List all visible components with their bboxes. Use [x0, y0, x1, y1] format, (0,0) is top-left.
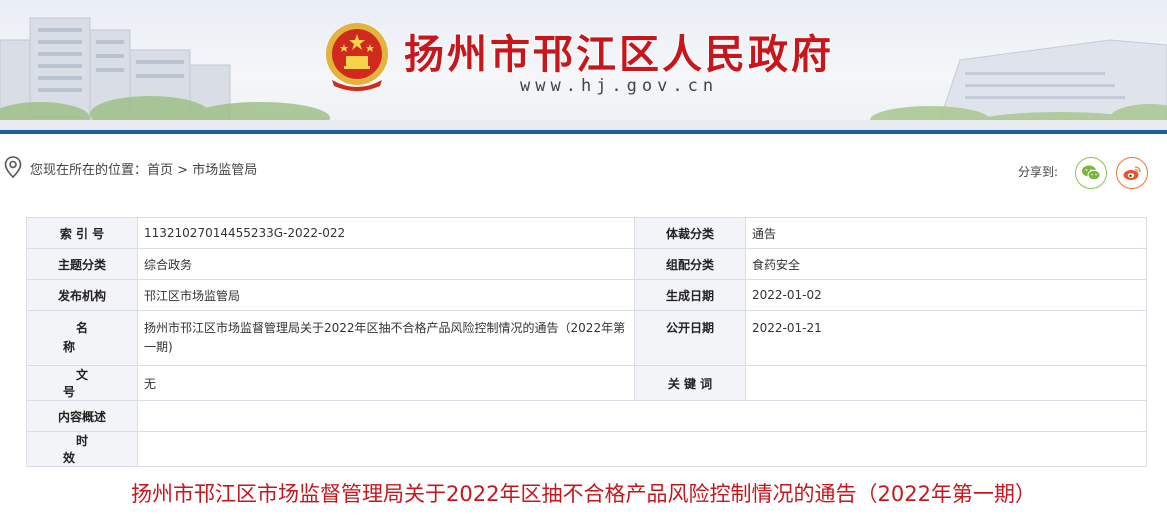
breadcrumb-separator: >: [177, 163, 189, 178]
name-value: 扬州市邗江区市场监督管理局关于2022年区抽不合格产品风险控制情况的通告（202…: [137, 310, 635, 366]
genre-label: 体裁分类: [634, 217, 746, 249]
keywords-label: 关 键 词: [634, 365, 746, 401]
doc-no-value: 无: [137, 365, 635, 401]
site-banner: 扬州市邗江区人民政府 www.hj.gov.cn: [0, 0, 1167, 134]
share-weibo-button[interactable]: [1116, 157, 1149, 189]
doc-no-label: 文号: [62, 368, 114, 399]
validity-value: [137, 431, 1147, 467]
index-no-label: 索 引 号: [26, 217, 138, 249]
table-row: 内容概述: [26, 400, 1147, 432]
wechat-icon: [1082, 165, 1101, 181]
table-row: 名称 扬州市邗江区市场监督管理局关于2022年区抽不合格产品风险控制情况的通告（…: [26, 310, 1147, 366]
breadcrumb-current-link[interactable]: 市场监管局: [192, 163, 257, 178]
document-meta-table: 索 引 号 11321027014455233G-2022-022 体裁分类 通…: [26, 217, 1147, 467]
table-row: 时效: [26, 431, 1147, 467]
publisher-label: 发布机构: [26, 279, 138, 311]
site-title: 扬州市邗江区人民政府: [404, 31, 834, 78]
topic-value: 综合政务: [137, 248, 635, 280]
table-row: 主题分类 综合政务 组配分类 食药安全: [26, 248, 1147, 280]
weibo-icon: [1123, 166, 1141, 180]
table-row: 发布机构 邗江区市场监管局 生成日期 2022-01-02: [26, 279, 1147, 311]
table-row: 索 引 号 11321027014455233G-2022-022 体裁分类 通…: [26, 217, 1147, 249]
keywords-value: [745, 365, 1147, 401]
summary-value: [137, 400, 1147, 432]
genre-value: 通告: [745, 217, 1147, 249]
share-wechat-button[interactable]: [1075, 157, 1108, 189]
published-date-label: 公开日期: [634, 310, 746, 366]
breadcrumb-prefix: 您现在所在的位置：: [30, 163, 148, 178]
national-emblem-icon: [326, 23, 388, 91]
table-row: 文号 无 关 键 词: [26, 365, 1147, 401]
name-label: 名称: [62, 321, 114, 354]
index-no-value: 11321027014455233G-2022-022: [137, 217, 635, 249]
publisher-value: 邗江区市场监管局: [137, 279, 635, 311]
category-value: 食药安全: [745, 248, 1147, 280]
created-date-value: 2022-01-02: [745, 279, 1147, 311]
breadcrumb-bar: 您现在所在的位置：首页 > 市场监管局 分享到:: [0, 134, 1167, 208]
created-date-label: 生成日期: [634, 279, 746, 311]
summary-label: 内容概述: [26, 400, 138, 432]
article-title: 扬州市邗江区市场监督管理局关于2022年区抽不合格产品风险控制情况的通告（202…: [131, 482, 1036, 506]
published-date-value: 2022-01-21: [745, 310, 1147, 366]
validity-label: 时效: [62, 434, 114, 465]
category-label: 组配分类: [634, 248, 746, 280]
topic-label: 主题分类: [26, 248, 138, 280]
breadcrumb: 您现在所在的位置：首页 > 市场监管局: [30, 159, 257, 178]
breadcrumb-home-link[interactable]: 首页: [147, 163, 173, 178]
site-url: www.hj.gov.cn: [520, 76, 719, 96]
share-bar: 分享到:: [1018, 156, 1149, 190]
share-label: 分享到:: [1018, 164, 1059, 179]
location-pin-icon: [4, 156, 22, 178]
